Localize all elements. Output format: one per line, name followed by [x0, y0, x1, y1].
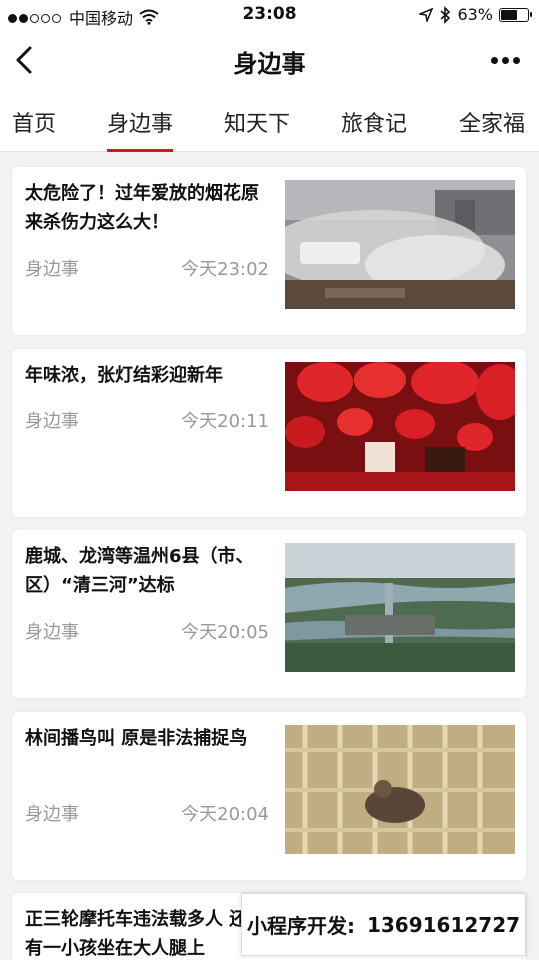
article-title: 年味浓，张灯结彩迎新年 [25, 365, 223, 386]
river-aerial-image [285, 543, 515, 672]
article-thumbnail [285, 362, 515, 491]
status-bar: 中国移动 23:08 63% [0, 0, 539, 30]
status-right: 63% [419, 5, 532, 24]
battery-icon [499, 7, 532, 22]
article-source: 身边事 [25, 804, 79, 825]
article-source: 身边事 [25, 259, 79, 280]
tab-travel-food[interactable]: 旅食记 [341, 106, 407, 138]
article-title: 林间播鸟叫 原是非法捕捉鸟 [25, 728, 248, 749]
location-arrow-icon [419, 7, 434, 22]
article-card[interactable]: 年味浓，张灯结彩迎新年 身边事 今天20:11 [12, 349, 526, 517]
category-tabs: 首页 身边事 知天下 旅食记 全家福 [0, 92, 539, 152]
article-card[interactable]: 太危险了！过年爱放的烟花原来杀伤力这么大！ 身边事 今天23:02 [12, 167, 526, 335]
battery-percent: 63% [457, 5, 493, 24]
promo-banner[interactable]: 小程序开发: 13691612727 [241, 893, 526, 956]
tab-family[interactable]: 全家福 [459, 106, 525, 138]
bluetooth-icon [440, 5, 451, 24]
article-card[interactable]: 鹿城、龙湾等温州6县（市、区）“清三河”达标 身边事 今天20:05 [12, 530, 526, 698]
article-time: 今天20:05 [181, 622, 269, 643]
article-title: 太危险了！过年爱放的烟花原来杀伤力这么大！ [25, 183, 259, 233]
article-card[interactable]: 林间播鸟叫 原是非法捕捉鸟 身边事 今天20:04 [12, 712, 526, 880]
ellipsis-icon [490, 56, 498, 64]
article-thumbnail [285, 180, 515, 309]
ellipsis-icon-dot [501, 56, 509, 64]
article-thumbnail [285, 725, 515, 854]
tab-home[interactable]: 首页 [12, 106, 56, 138]
birdcage-image [285, 725, 515, 854]
article-thumbnail [285, 543, 515, 672]
red-lanterns-image [285, 362, 515, 491]
article-time: 今天23:02 [181, 259, 269, 280]
tab-world[interactable]: 知天下 [224, 106, 290, 138]
banner-phone: 13691612727 [366, 912, 521, 937]
banner-label: 小程序开发: [246, 914, 355, 938]
battery-fill [501, 9, 517, 20]
article-time: 今天20:11 [181, 411, 269, 432]
article-title: 正三轮摩托车违法载多人 还有一小孩坐在大人腿上 [25, 909, 248, 959]
article-title: 鹿城、龙湾等温州6县（市、区）“清三河”达标 [25, 546, 254, 596]
article-source: 身边事 [25, 622, 79, 643]
fireworks-smoke-image [285, 180, 515, 309]
article-time: 今天20:04 [181, 804, 269, 825]
article-source: 身边事 [25, 411, 79, 432]
ellipsis-icon-dot [512, 56, 520, 64]
tab-nearby[interactable]: 身边事 [107, 106, 174, 152]
nav-bar: 身边事 [0, 30, 539, 92]
more-button[interactable] [485, 45, 525, 75]
page-title: 身边事 [233, 50, 306, 78]
